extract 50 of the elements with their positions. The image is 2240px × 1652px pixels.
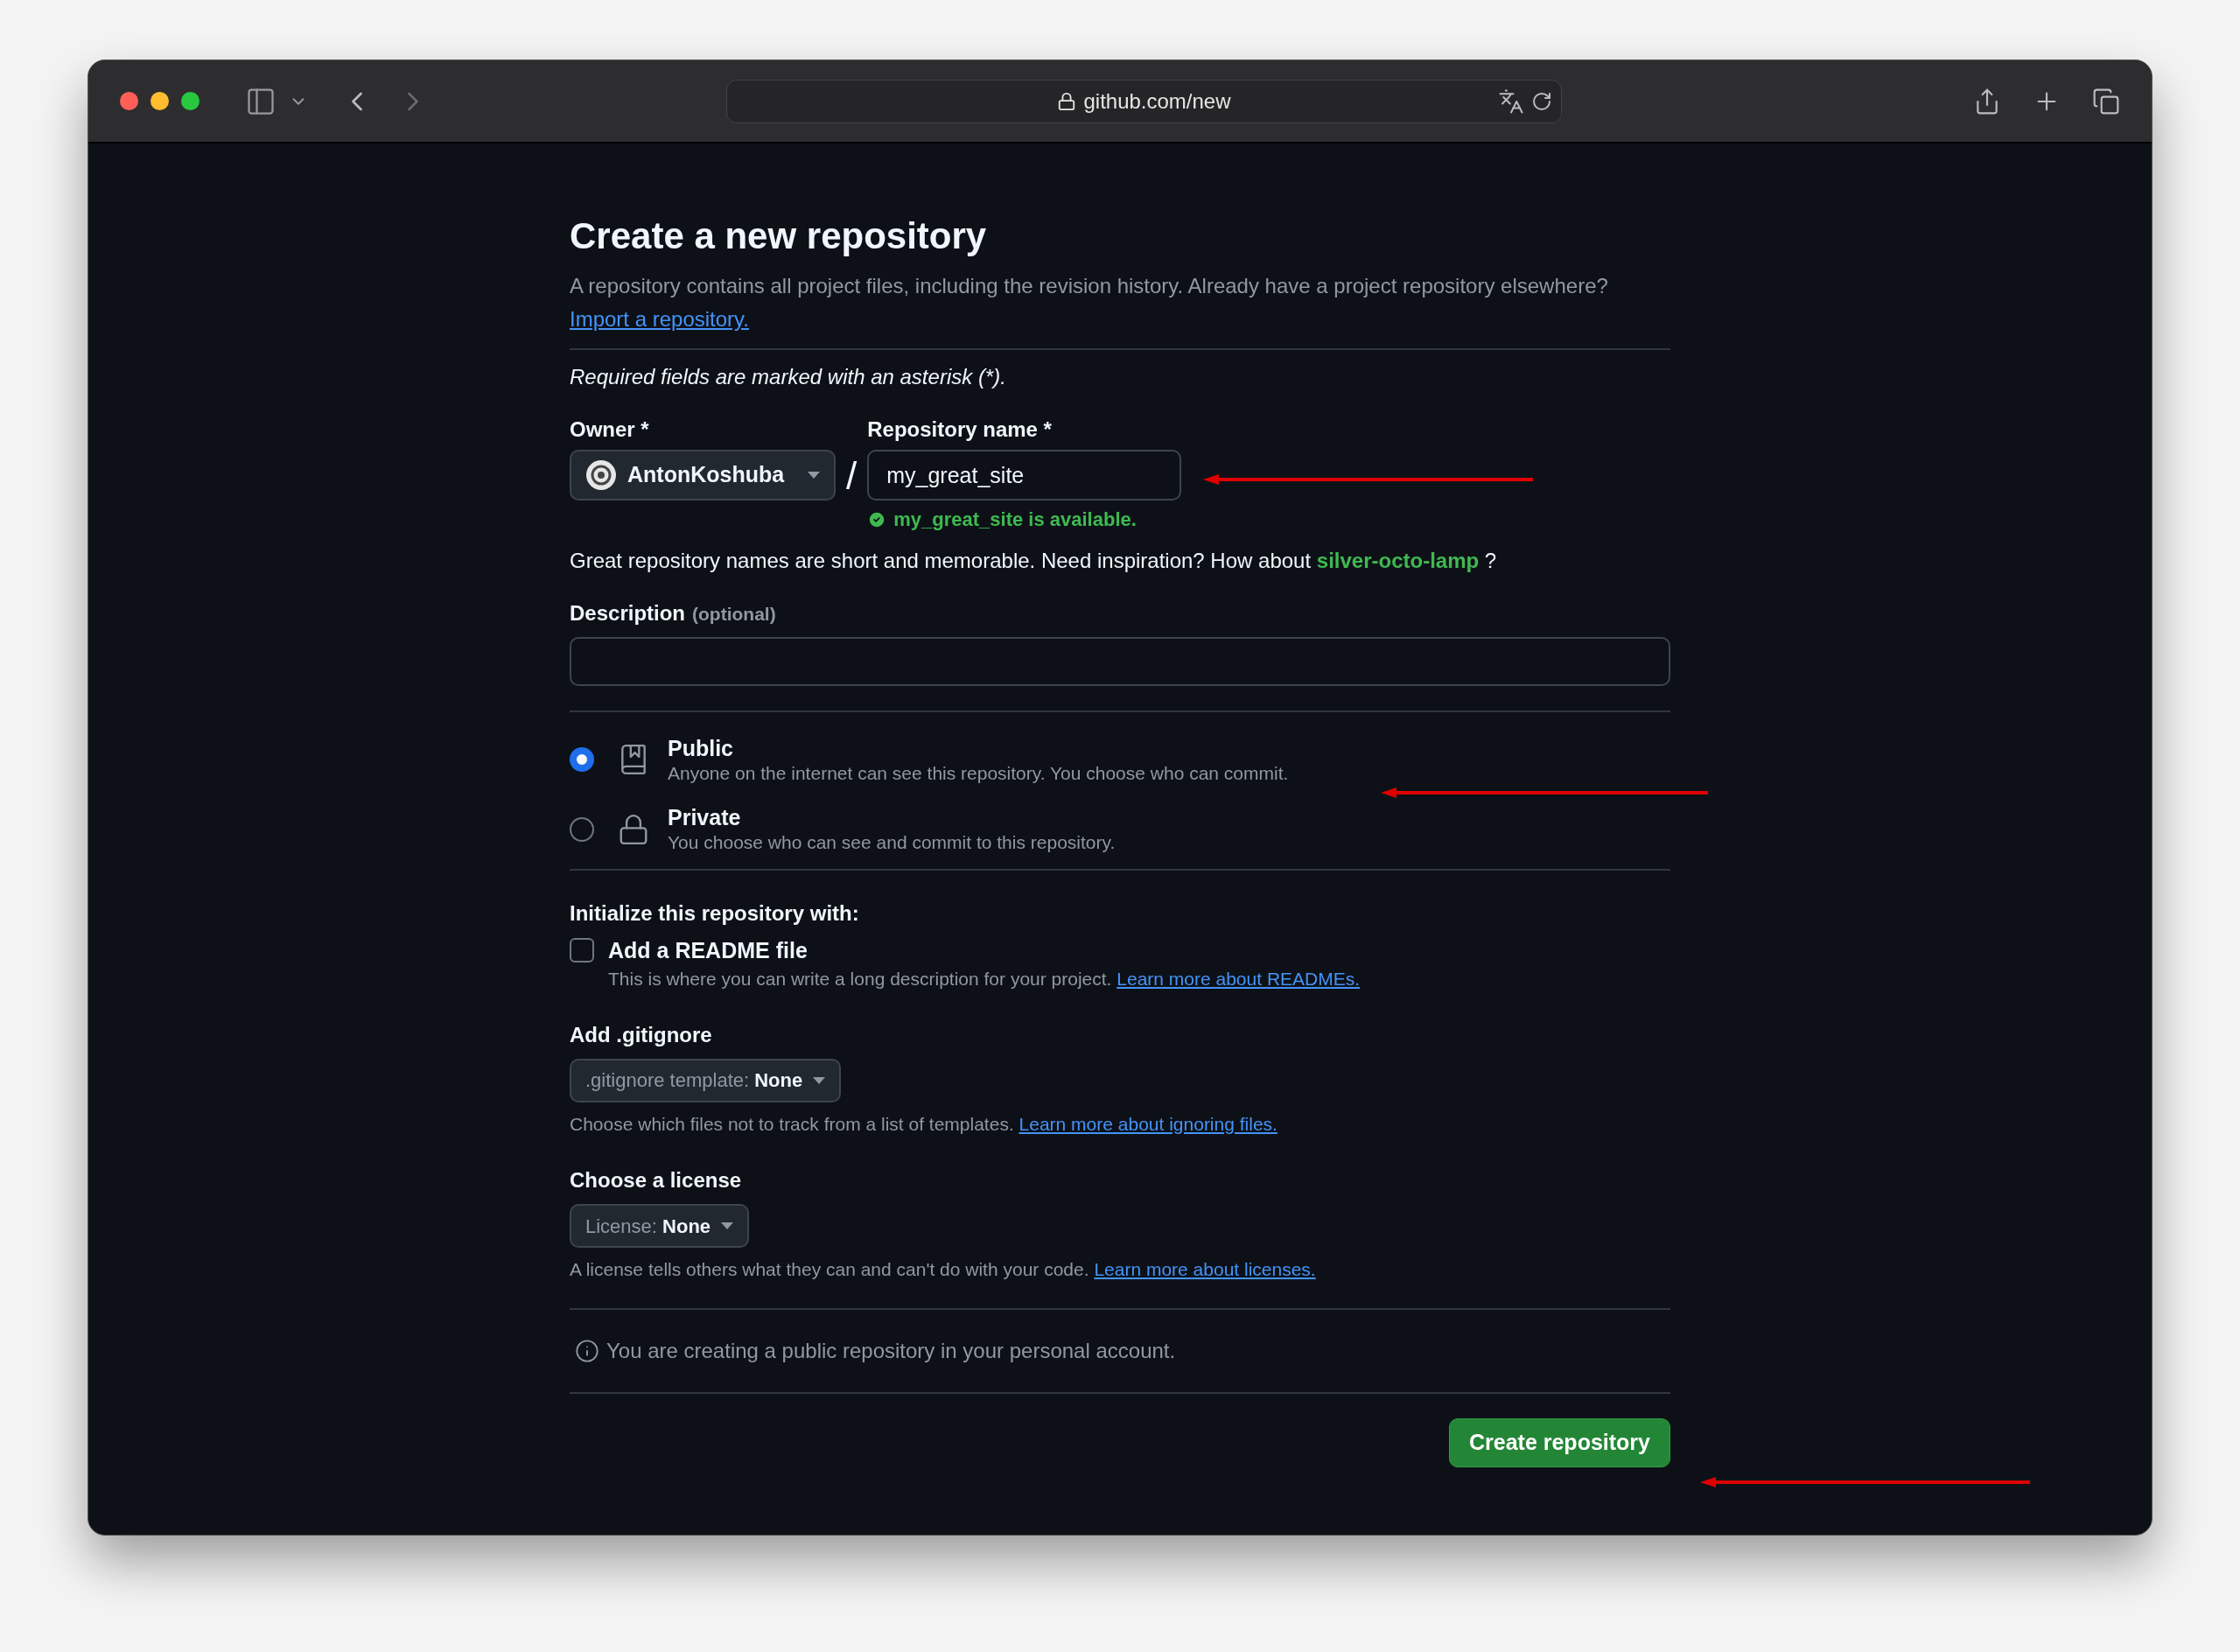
repository-name-label: Repository name * bbox=[867, 416, 1053, 443]
page-title: Create a new repository bbox=[570, 215, 988, 257]
info-icon bbox=[575, 1338, 599, 1363]
readme-label: Add a README file bbox=[608, 936, 808, 964]
visibility-title: Public bbox=[668, 734, 734, 762]
separator-slash: / bbox=[846, 453, 858, 499]
section-description: A license tells others what they can and can't do with your code. Learn more about licenses. bbox=[570, 1258, 1317, 1282]
avatar-icon bbox=[585, 459, 617, 491]
suggestion-text: Great repository names are short and memorable. Need inspiration? How about silver-octo-lamp ? bbox=[570, 547, 1498, 574]
reload-icon[interactable] bbox=[1531, 90, 1552, 112]
visibility-title: Private bbox=[668, 804, 742, 831]
owner-label: Owner * bbox=[570, 416, 650, 443]
section-description: Choose which files not to track from a list of templates. Learn more about ignoring files. bbox=[570, 1113, 1278, 1136]
description-label: Description bbox=[570, 599, 686, 626]
readme-checkbox[interactable] bbox=[570, 938, 594, 963]
close-window-button[interactable] bbox=[120, 92, 138, 110]
address-bar[interactable]: github.com/new bbox=[726, 79, 1562, 123]
visibility-radio[interactable] bbox=[570, 816, 594, 842]
notice-text: You are creating a public repository in your personal account. bbox=[606, 1337, 1176, 1364]
translate-icon[interactable] bbox=[1498, 88, 1524, 115]
caret-icon bbox=[813, 1077, 826, 1084]
caret-icon bbox=[721, 1222, 734, 1230]
zoom-window-button[interactable] bbox=[181, 92, 200, 110]
section-heading: Add .gitignore bbox=[570, 1022, 713, 1048]
intro-text: A repository contains all project files, including the revision history. Already have a project repository elsewhere? Import a repository. bbox=[570, 273, 1609, 332]
template-dropdown[interactable]: .gitignore template: None bbox=[570, 1059, 842, 1102]
tabs-overview-icon[interactable] bbox=[2092, 87, 2120, 116]
availability-status: my_great_site is available. bbox=[893, 508, 1137, 532]
visibility-description: Anyone on the internet can see this repository. You choose who can commit. bbox=[668, 761, 1289, 785]
readme-description: This is where you can write a long description for your project. Learn more about READMEs. bbox=[608, 967, 1362, 990]
learn-more-link[interactable]: Learn more about licenses. bbox=[1094, 1259, 1316, 1280]
visibility-description: You choose who can see and commit to this repository. bbox=[668, 831, 1116, 855]
check-icon bbox=[867, 509, 887, 529]
learn-more-link[interactable]: Learn more about ignoring files. bbox=[1018, 1114, 1278, 1134]
required-note: Required fields are marked with an asterisk (*). bbox=[570, 364, 1007, 390]
optional-hint: (optional) bbox=[692, 602, 776, 626]
readme-link[interactable]: Learn more about READMEs. bbox=[1116, 968, 1361, 989]
lock-icon bbox=[1057, 91, 1077, 111]
caret-icon bbox=[808, 472, 820, 479]
section-heading: Choose a license bbox=[570, 1167, 743, 1194]
minimize-window-button[interactable] bbox=[150, 92, 169, 110]
repository-name-field[interactable]: my_great_site bbox=[867, 450, 1182, 500]
import-link[interactable]: Import a repository. bbox=[570, 307, 749, 331]
template-dropdown[interactable]: License: None bbox=[570, 1204, 750, 1249]
initialize-heading: Initialize this repository with: bbox=[570, 900, 860, 927]
description-field[interactable] bbox=[570, 636, 1670, 686]
visibility-radio[interactable] bbox=[570, 747, 594, 773]
owner-dropdown[interactable]: AntonKoshuba bbox=[570, 450, 836, 500]
create-repository-button[interactable]: Create repository bbox=[1448, 1418, 1670, 1467]
url-text: github.com/new bbox=[1083, 88, 1231, 115]
